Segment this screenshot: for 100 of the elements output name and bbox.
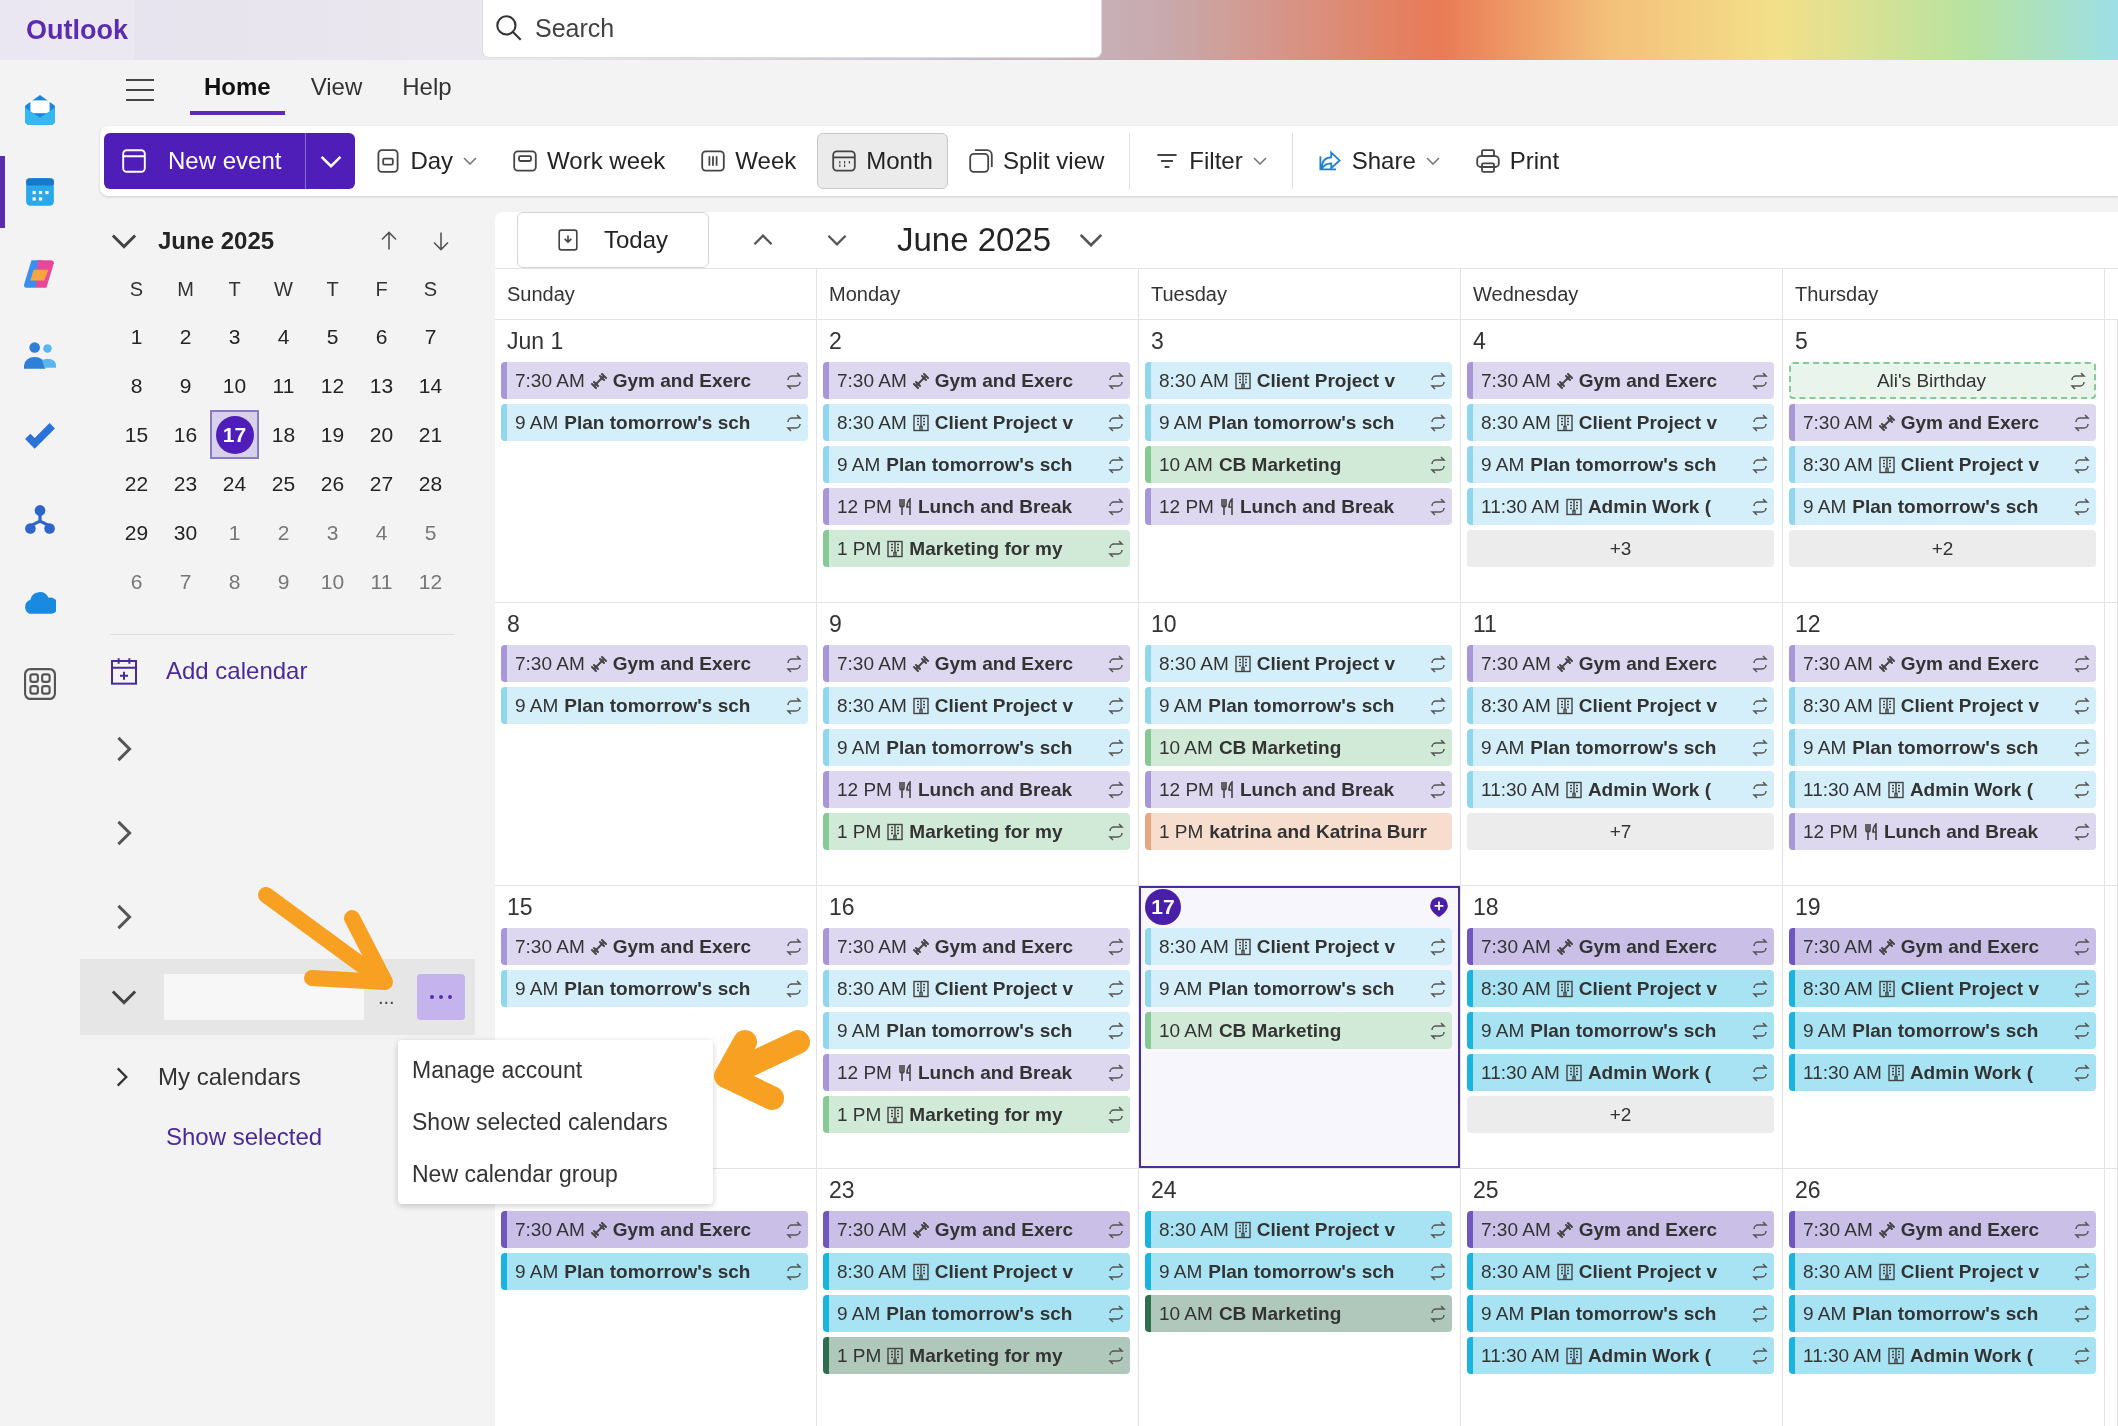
event-chip[interactable]: 7:30 AM Gym and Exerc <box>501 1211 808 1248</box>
date-cell[interactable]: 27 <box>357 459 406 508</box>
event-chip[interactable]: Ali's Birthday <box>1789 362 2096 399</box>
event-chip[interactable]: 7:30 AM Gym and Exerc <box>1467 362 1774 399</box>
event-chip[interactable]: 1 PM Marketing for my <box>823 1096 1130 1133</box>
event-chip[interactable]: 8:30 AM Client Project v <box>1789 1253 2096 1290</box>
show-selected-link[interactable]: Show selected <box>166 1113 323 1161</box>
event-chip[interactable]: 9 AM Plan tomorrow's sch <box>1145 970 1452 1007</box>
date-cell[interactable]: 12 <box>406 557 455 606</box>
event-chip[interactable]: 7:30 AM Gym and Exerc <box>1789 645 2096 682</box>
menu-item[interactable]: Show selected calendars <box>398 1096 713 1148</box>
event-chip[interactable]: 10 AM CB Marketing <box>1145 729 1452 766</box>
date-cell[interactable]: 24 <box>210 459 259 508</box>
date-cell[interactable]: 22 <box>112 459 161 508</box>
event-chip[interactable]: 8:30 AM Client Project v <box>823 1253 1130 1290</box>
date-cell[interactable]: 4 <box>357 508 406 557</box>
event-chip[interactable]: 7:30 AM Gym and Exerc <box>1789 1211 2096 1248</box>
event-chip[interactable]: 1 PM katrina and Katrina Burr <box>1145 813 1452 850</box>
date-cell[interactable]: 11 <box>259 361 308 410</box>
ribbon-tab[interactable]: Help <box>388 65 466 115</box>
date-cell[interactable]: 17 <box>210 410 259 459</box>
event-chip[interactable]: 9 AM Plan tomorrow's sch <box>1789 1295 2096 1332</box>
menu-item[interactable]: New calendar group <box>398 1148 713 1200</box>
event-chip[interactable]: 1 PM Marketing for my <box>823 813 1130 850</box>
ribbon-tab[interactable]: View <box>296 65 377 115</box>
date-cell[interactable]: 12 <box>308 361 357 410</box>
event-chip[interactable]: 9 AM Plan tomorrow's sch <box>823 446 1130 483</box>
event-chip[interactable]: 7:30 AM Gym and Exerc <box>823 1211 1130 1248</box>
event-chip[interactable]: 11:30 AM Admin Work ( <box>1789 1337 2096 1374</box>
event-chip[interactable]: 8:30 AM Client Project v <box>1467 970 1774 1007</box>
event-chip[interactable]: 9 AM Plan tomorrow's sch <box>823 1012 1130 1049</box>
date-cell[interactable]: 7 <box>406 312 455 361</box>
date-cell[interactable]: 25 <box>259 459 308 508</box>
event-chip[interactable]: 11:30 AM Admin Work ( <box>1789 771 2096 808</box>
event-chip[interactable]: 8:30 AM Client Project v <box>1145 362 1452 399</box>
event-chip[interactable]: 11:30 AM Admin Work ( <box>1467 1337 1774 1374</box>
date-cell[interactable]: 3 <box>210 312 259 361</box>
date-cell[interactable]: 21 <box>406 410 455 459</box>
toolbar-button[interactable]: Share <box>1302 133 1455 189</box>
toolbar-button[interactable]: Work week <box>498 133 681 189</box>
event-chip[interactable]: 8:30 AM Client Project v <box>823 404 1130 441</box>
toolbar-button[interactable]: Week <box>686 133 812 189</box>
event-chip[interactable]: 8:30 AM Client Project v <box>1145 645 1452 682</box>
toolbar-button[interactable]: Print <box>1460 133 1575 189</box>
event-chip[interactable]: 9 AM Plan tomorrow's sch <box>1467 1295 1774 1332</box>
date-cell[interactable]: 8 <box>112 361 161 410</box>
date-cell[interactable]: 5 <box>406 508 455 557</box>
event-chip[interactable]: 9 AM Plan tomorrow's sch <box>1789 1012 2096 1049</box>
event-chip[interactable]: 7:30 AM Gym and Exerc <box>1467 1211 1774 1248</box>
event-chip[interactable]: 1 PM Marketing for my <box>823 1337 1130 1374</box>
event-chip[interactable]: 9 AM Plan tomorrow's sch <box>1467 729 1774 766</box>
date-cell[interactable]: 9 <box>259 557 308 606</box>
event-chip[interactable]: 12 PM Lunch and Break <box>1789 813 2096 850</box>
date-cell[interactable]: 13 <box>357 361 406 410</box>
event-chip[interactable]: 9 AM Plan tomorrow's sch <box>1145 687 1452 724</box>
event-chip[interactable]: 10 AM CB Marketing <box>1145 1012 1452 1049</box>
more-events-button[interactable]: +3 <box>1467 530 1774 567</box>
event-chip[interactable]: 7:30 AM Gym and Exerc <box>501 928 808 965</box>
date-cell[interactable]: 5 <box>308 312 357 361</box>
event-chip[interactable]: 11:30 AM Admin Work ( <box>1467 1054 1774 1091</box>
toolbar-button[interactable]: Filter <box>1140 133 1282 189</box>
event-chip[interactable]: 7:30 AM Gym and Exerc <box>823 928 1130 965</box>
event-chip[interactable]: 7:30 AM Gym and Exerc <box>1789 404 2096 441</box>
event-chip[interactable]: 8:30 AM Client Project v <box>1467 687 1774 724</box>
date-cell[interactable]: 19 <box>308 410 357 459</box>
event-chip[interactable]: 8:30 AM Client Project v <box>1467 1253 1774 1290</box>
event-chip[interactable]: 12 PM Lunch and Break <box>823 1054 1130 1091</box>
today-button[interactable]: Today <box>517 212 709 268</box>
event-chip[interactable]: 7:30 AM Gym and Exerc <box>1467 645 1774 682</box>
date-cell[interactable]: 3 <box>308 508 357 557</box>
event-chip[interactable]: 7:30 AM Gym and Exerc <box>1467 928 1774 965</box>
date-cell[interactable]: 28 <box>406 459 455 508</box>
date-cell[interactable]: 29 <box>112 508 161 557</box>
event-chip[interactable]: 8:30 AM Client Project v <box>823 970 1130 1007</box>
menu-item[interactable]: Manage account <box>398 1044 713 1096</box>
date-cell[interactable]: 7 <box>161 557 210 606</box>
date-cell[interactable]: 2 <box>161 312 210 361</box>
event-chip[interactable]: 7:30 AM Gym and Exerc <box>823 645 1130 682</box>
event-chip[interactable]: 9 AM Plan tomorrow's sch <box>1467 446 1774 483</box>
event-chip[interactable]: 12 PM Lunch and Break <box>1145 488 1452 525</box>
date-cell[interactable]: 1 <box>210 508 259 557</box>
event-chip[interactable]: 7:30 AM Gym and Exerc <box>501 645 808 682</box>
date-cell[interactable]: 20 <box>357 410 406 459</box>
my-calendars-item[interactable]: My calendars <box>80 1047 380 1107</box>
date-cell[interactable]: 23 <box>161 459 210 508</box>
event-chip[interactable]: 9 AM Plan tomorrow's sch <box>1789 488 2096 525</box>
event-chip[interactable]: 9 AM Plan tomorrow's sch <box>1145 1253 1452 1290</box>
event-chip[interactable]: 10 AM CB Marketing <box>1145 446 1452 483</box>
event-chip[interactable]: 9 AM Plan tomorrow's sch <box>501 404 808 441</box>
toolbar-button[interactable]: Split view <box>953 133 1120 189</box>
event-chip[interactable]: 11:30 AM Admin Work ( <box>1467 771 1774 808</box>
event-chip[interactable]: 8:30 AM Client Project v <box>823 687 1130 724</box>
date-cell[interactable]: 14 <box>406 361 455 410</box>
more-events-button[interactable]: +2 <box>1467 1096 1774 1133</box>
date-cell[interactable]: 18 <box>259 410 308 459</box>
event-chip[interactable]: 9 AM Plan tomorrow's sch <box>823 1295 1130 1332</box>
date-cell[interactable]: 15 <box>112 410 161 459</box>
date-cell[interactable]: 1 <box>112 312 161 361</box>
event-chip[interactable]: 12 PM Lunch and Break <box>823 488 1130 525</box>
event-chip[interactable]: 7:30 AM Gym and Exerc <box>823 362 1130 399</box>
